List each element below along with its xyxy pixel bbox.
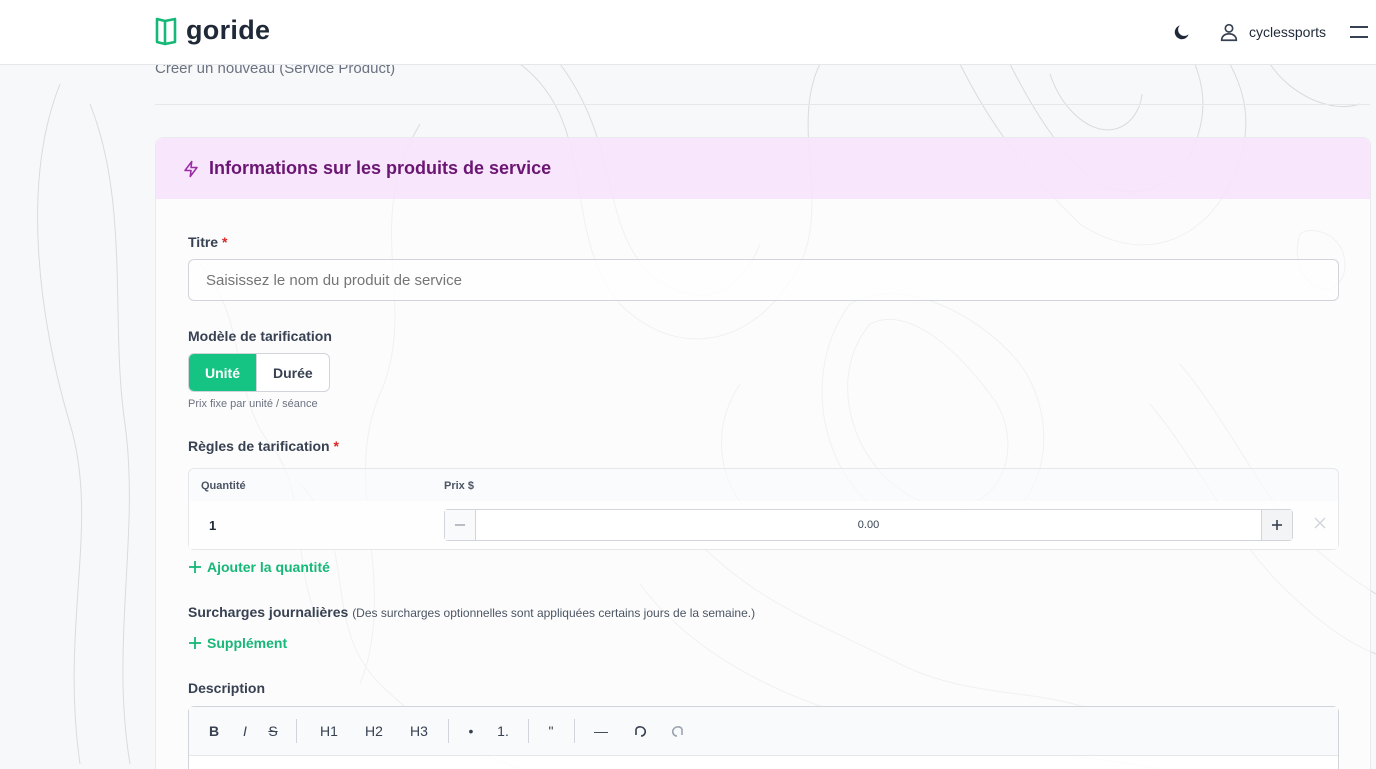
pricing-model-label: Modèle de tarification	[188, 328, 332, 344]
pricing-rules-table: Quantité Prix $ 1 0.00	[188, 468, 1339, 550]
plus-icon	[189, 561, 201, 573]
remove-row-icon[interactable]	[1314, 517, 1326, 529]
menu-icon[interactable]	[1349, 25, 1369, 39]
plus-icon	[1272, 520, 1282, 530]
lightning-icon	[184, 160, 198, 177]
toolbar-divider	[448, 719, 449, 743]
strike-button[interactable]: S	[267, 716, 279, 746]
toolbar-divider	[574, 719, 575, 743]
surcharges-note: (Des surcharges optionnelles sont appliq…	[352, 606, 756, 620]
ordered-list-button[interactable]: 1.	[495, 716, 511, 746]
pricing-model-toggle: Unité Durée	[188, 353, 330, 392]
undo-icon	[635, 726, 647, 737]
brand-name: goride	[186, 15, 271, 45]
add-supplement-button[interactable]: Supplément	[188, 635, 287, 651]
pricing-option-unit[interactable]: Unité	[189, 354, 256, 391]
plus-icon	[189, 637, 201, 649]
title-label: Titre *	[188, 234, 227, 250]
logo-icon	[155, 17, 177, 45]
card-header: Informations sur les produits de service	[156, 138, 1370, 199]
top-header: goride cyclessports	[0, 0, 1376, 65]
column-price: Prix $	[444, 480, 474, 492]
description-editor[interactable]: B I S H1 H2 H3 • 1. " —	[188, 706, 1339, 769]
pricing-option-duration[interactable]: Durée	[256, 354, 329, 391]
undo-button[interactable]	[630, 716, 650, 746]
description-label: Description	[188, 680, 266, 696]
toolbar-divider	[296, 719, 297, 743]
divider	[155, 104, 1370, 105]
price-stepper[interactable]: 0.00	[444, 509, 1293, 541]
required-mark: *	[333, 438, 339, 454]
redo-button[interactable]	[668, 716, 688, 746]
redo-icon	[671, 726, 683, 737]
card-title: Informations sur les produits de service	[209, 158, 552, 178]
username[interactable]: cyclessports	[1249, 24, 1326, 40]
row-quantity: 1	[209, 518, 217, 533]
minus-button[interactable]	[445, 510, 476, 540]
column-quantity: Quantité	[201, 480, 246, 492]
h2-button[interactable]: H2	[362, 716, 386, 746]
minus-icon	[455, 524, 465, 526]
surcharges-label-text: Surcharges journalières	[188, 604, 349, 620]
quote-button[interactable]: "	[545, 716, 557, 746]
brand-logo[interactable]: goride	[154, 15, 270, 46]
title-input[interactable]	[188, 259, 1339, 301]
moon-icon[interactable]	[1172, 22, 1192, 42]
user-icon[interactable]	[1218, 21, 1240, 43]
add-quantity-button[interactable]: Ajouter la quantité	[188, 559, 330, 575]
add-quantity-label: Ajouter la quantité	[207, 559, 330, 575]
price-value[interactable]: 0.00	[476, 510, 1261, 540]
required-mark: *	[221, 234, 228, 250]
toolbar-divider	[528, 719, 529, 743]
h1-button[interactable]: H1	[317, 716, 341, 746]
editor-toolbar: B I S H1 H2 H3 • 1. " —	[189, 707, 1338, 756]
plus-button[interactable]	[1261, 510, 1292, 540]
horizontal-rule-button[interactable]: —	[594, 716, 608, 746]
bullet-list-button[interactable]: •	[465, 716, 477, 746]
bold-button[interactable]: B	[203, 716, 225, 746]
add-supplement-label: Supplément	[207, 635, 288, 651]
surcharges-label: Surcharges journalières (Des surcharges …	[188, 604, 755, 620]
pricing-rules-label: Règles de tarification *	[188, 438, 339, 454]
pricing-rules-label-text: Règles de tarification	[188, 438, 330, 454]
title-label-text: Titre	[188, 234, 219, 250]
h3-button[interactable]: H3	[407, 716, 431, 746]
table-row: 1 0.00	[189, 501, 1338, 549]
service-product-card: Informations sur les produits de service…	[155, 137, 1371, 769]
pricing-hint: Prix fixe par unité / séance	[188, 398, 318, 410]
italic-button[interactable]: I	[239, 716, 251, 746]
